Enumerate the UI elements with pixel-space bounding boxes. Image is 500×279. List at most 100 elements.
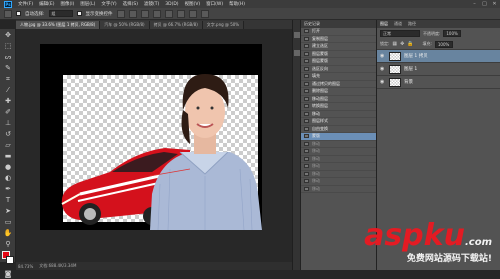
background-color-swatch[interactable] <box>6 256 14 264</box>
menu-file[interactable]: 文件(F) <box>18 1 33 7</box>
quick-mask-icon[interactable]: ◙ <box>2 269 14 279</box>
history-brush-icon[interactable]: ↺ <box>2 129 14 139</box>
history-item[interactable]: 移动 <box>301 140 376 148</box>
gradient-icon[interactable]: ▬ <box>2 151 14 161</box>
fill-field[interactable]: 100% <box>434 40 453 48</box>
visibility-eye-icon[interactable]: ◉ <box>380 79 386 85</box>
3d-mode-icon[interactable] <box>200 9 209 18</box>
layer-row[interactable]: ◉ 图层 1 <box>377 63 500 76</box>
menu-type[interactable]: 文字(Y) <box>101 1 116 7</box>
tab-layers[interactable]: 图层 <box>380 21 388 27</box>
menu-layer[interactable]: 图层(L) <box>80 1 95 7</box>
align-center-icon[interactable] <box>164 9 173 18</box>
lock-all-icon[interactable]: 🔒 <box>407 41 413 47</box>
move-tool-icon[interactable] <box>4 9 12 18</box>
history-item[interactable]: 移动 <box>301 111 376 118</box>
align-right-icon[interactable] <box>176 9 185 18</box>
minimize-icon[interactable]: – <box>471 1 478 7</box>
history-item-label: 移动 <box>312 140 320 146</box>
dodge-icon[interactable]: ◐ <box>2 173 14 183</box>
history-item[interactable]: 建立选区 <box>301 43 376 51</box>
history-tab[interactable]: 历史记录 <box>304 21 320 27</box>
zoom-level[interactable]: 84.73% <box>18 264 33 269</box>
align-bottom-icon[interactable] <box>140 9 149 18</box>
lasso-icon[interactable]: ᔕ <box>2 52 14 62</box>
healing-brush-icon[interactable]: ✚ <box>2 96 14 106</box>
quick-select-icon[interactable]: ✎ <box>2 63 14 73</box>
tab-document-4[interactable]: 文字.png @ 50% <box>202 21 245 29</box>
history-state-icon <box>304 149 309 154</box>
hand-icon[interactable]: ✋ <box>2 228 14 238</box>
opacity-field[interactable]: 100% <box>443 30 462 37</box>
menu-edit[interactable]: 编辑(E) <box>39 1 54 7</box>
history-item[interactable]: 填充 <box>301 73 376 81</box>
menu-window[interactable]: 窗口(W) <box>206 1 223 7</box>
history-item[interactable]: 移动 <box>301 178 376 186</box>
zoom-icon[interactable]: ⚲ <box>2 239 14 249</box>
visibility-eye-icon[interactable]: ◉ <box>380 66 386 72</box>
color-swatches[interactable] <box>2 251 14 267</box>
tab-document-1[interactable]: 人物.jpg @ 33.6% (图层 1 拷贝, RGB/8) <box>16 21 101 29</box>
history-state-icon <box>304 164 309 169</box>
history-item[interactable]: 图层蒙版 <box>301 58 376 66</box>
show-transform-label: 显示变换控件 <box>85 11 113 17</box>
menu-3d[interactable]: 3D(D) <box>165 2 178 7</box>
pen-icon[interactable]: ✒ <box>2 184 14 194</box>
distribute-icon[interactable] <box>188 9 197 18</box>
history-item[interactable]: 图层蒙版 <box>301 51 376 58</box>
blur-icon[interactable]: ● <box>2 162 14 172</box>
type-icon[interactable]: T <box>2 195 14 205</box>
tab-paths[interactable]: 路径 <box>408 21 416 27</box>
close-icon[interactable]: ✕ <box>491 1 498 7</box>
document-tabs: 人物.jpg @ 33.6% (图层 1 拷贝, RGB/8) 汽车 @ 50%… <box>16 20 292 29</box>
menu-help[interactable]: 帮助(H) <box>229 1 245 7</box>
layer-row[interactable]: ◉ 背景 <box>377 76 500 89</box>
tab-channels[interactable]: 通道 <box>394 21 402 27</box>
marquee-icon[interactable]: ⬚ <box>2 41 14 51</box>
layer-name: 背景 <box>404 80 413 85</box>
menu-select[interactable]: 选择(S) <box>123 1 138 7</box>
history-item[interactable]: 复制图层 <box>301 36 376 43</box>
history-item[interactable]: 自由变换 <box>301 126 376 133</box>
menu-view[interactable]: 视图(V) <box>185 1 201 7</box>
opacity-label: 不透明度: <box>423 30 441 36</box>
history-item[interactable]: 删除图层 <box>301 88 376 96</box>
lock-pixels-icon[interactable]: ▦ <box>392 41 397 47</box>
history-item[interactable]: 移动 <box>301 148 376 156</box>
crop-icon[interactable]: ⌗ <box>2 74 14 84</box>
history-item[interactable]: 转换图层 <box>301 103 376 111</box>
history-item[interactable]: 图层样式 <box>301 118 376 126</box>
eyedropper-icon[interactable]: ⁄ <box>2 85 14 95</box>
history-item[interactable]: 移动 <box>301 171 376 178</box>
path-select-icon[interactable]: ➤ <box>2 206 14 216</box>
align-middle-icon[interactable] <box>128 9 137 18</box>
history-item[interactable]: 打开 <box>301 28 376 36</box>
shape-icon[interactable]: ▭ <box>2 217 14 227</box>
history-item[interactable]: 蒙版 <box>301 133 376 141</box>
show-transform-checkbox[interactable] <box>76 11 82 16</box>
history-item[interactable]: 移动 <box>301 163 376 171</box>
align-top-icon[interactable] <box>116 9 125 18</box>
move-icon[interactable]: ✥ <box>2 30 14 40</box>
auto-select-dropdown[interactable]: 组 <box>48 10 73 17</box>
history-item[interactable]: 移动图层 <box>301 96 376 103</box>
blend-mode-dropdown[interactable]: 正常 <box>380 30 420 37</box>
history-item[interactable]: 选区反向 <box>301 66 376 73</box>
history-panel-header: 历史记录 <box>301 20 376 28</box>
tab-document-2[interactable]: 汽车 @ 50% (RGB/8) <box>100 21 150 29</box>
layer-row[interactable]: ◉ 图层 1 拷贝 <box>377 50 500 63</box>
history-item[interactable]: 通过拷贝的图层 <box>301 81 376 88</box>
history-item[interactable]: 移动 <box>301 156 376 163</box>
lock-position-icon[interactable]: ✥ <box>400 41 404 47</box>
align-left-icon[interactable] <box>152 9 161 18</box>
auto-select-checkbox[interactable] <box>16 11 21 16</box>
history-item[interactable]: 移动 <box>301 186 376 193</box>
maximize-icon[interactable]: □ <box>481 1 488 7</box>
tab-document-3[interactable]: 拷贝 @ 66.7% (RGB/8) <box>149 21 203 29</box>
menu-image[interactable]: 图像(I) <box>60 1 74 7</box>
menu-filter[interactable]: 滤镜(T) <box>144 1 159 7</box>
brush-icon[interactable]: ✐ <box>2 107 14 117</box>
clone-stamp-icon[interactable]: ⊥ <box>2 118 14 128</box>
visibility-eye-icon[interactable]: ◉ <box>380 53 386 59</box>
eraser-icon[interactable]: ▱ <box>2 140 14 150</box>
